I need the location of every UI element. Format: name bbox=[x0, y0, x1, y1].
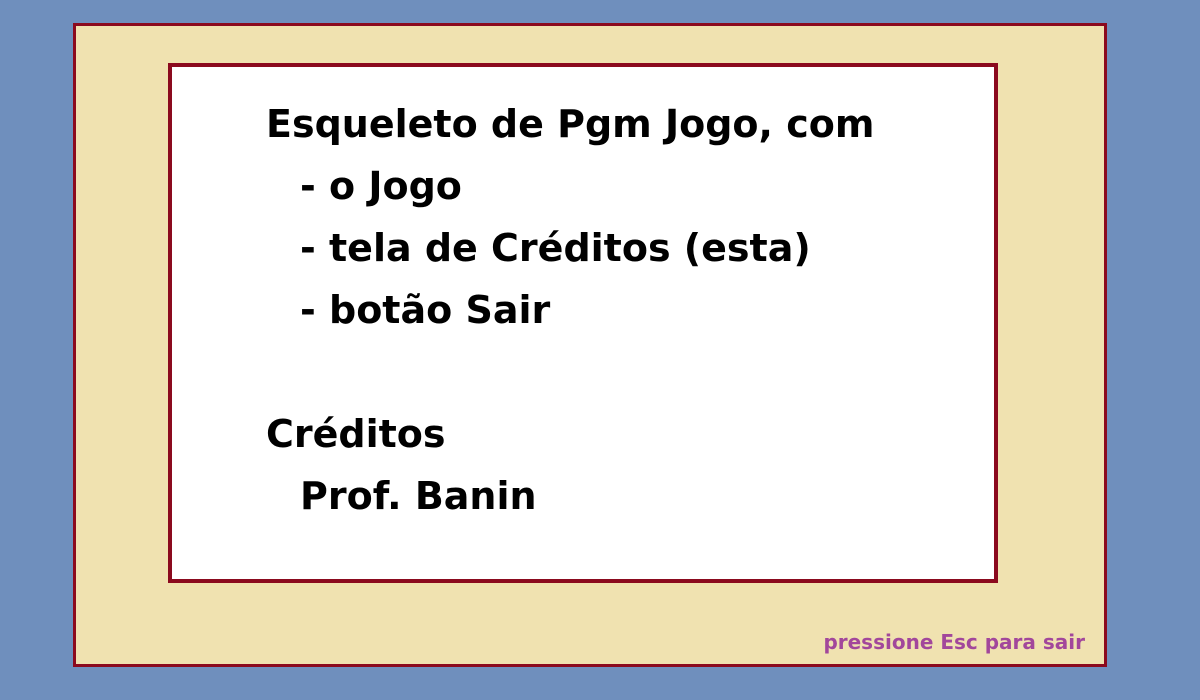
credits-heading: Esqueleto de Pgm Jogo, com bbox=[266, 102, 875, 146]
feature-item-credits-screen: - tela de Créditos (esta) bbox=[300, 226, 811, 270]
feature-item-game: - o Jogo bbox=[300, 164, 462, 208]
esc-exit-hint: pressione Esc para sair bbox=[823, 630, 1085, 654]
credits-author: Prof. Banin bbox=[300, 474, 537, 518]
credits-title: Créditos bbox=[266, 412, 446, 456]
feature-item-exit-button: - botão Sair bbox=[300, 288, 551, 332]
